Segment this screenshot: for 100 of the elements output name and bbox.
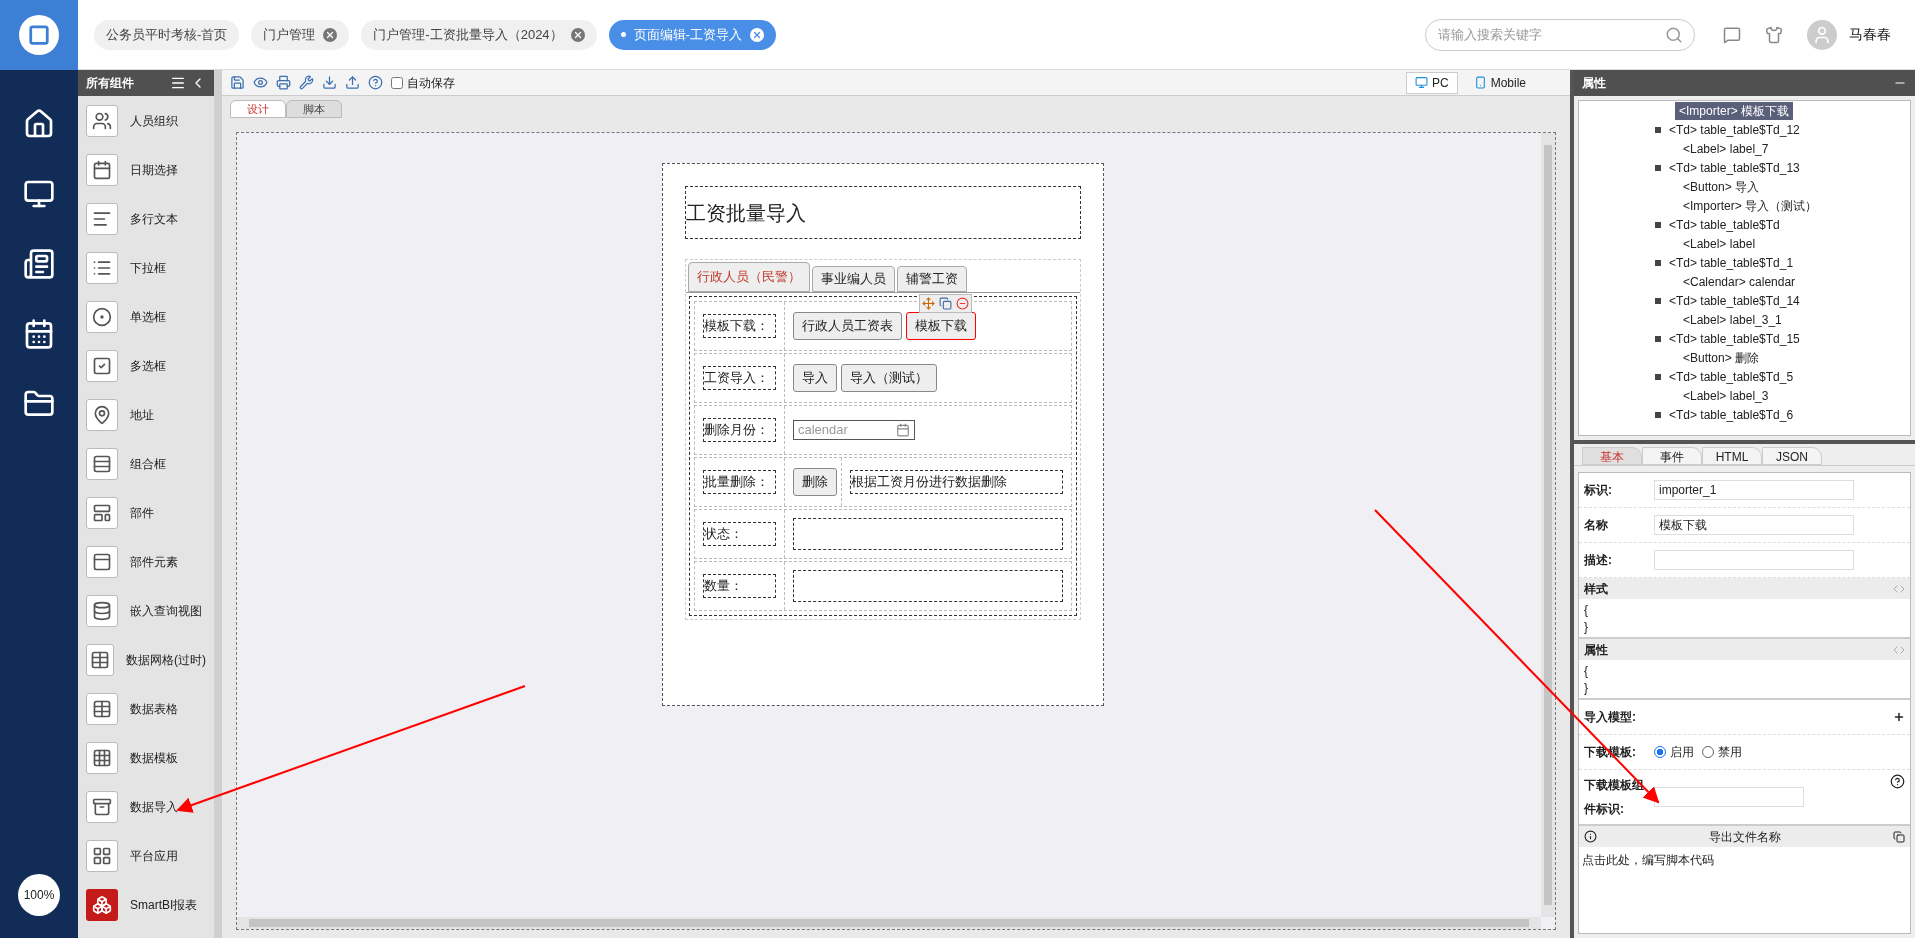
component-item[interactable]: 下拉框 — [78, 243, 214, 292]
tree-item[interactable]: <Label> label_3_1 — [1683, 310, 1782, 329]
printer-icon[interactable] — [276, 75, 291, 90]
component-item[interactable]: 数据表格 — [78, 684, 214, 733]
wrench-icon[interactable] — [299, 75, 314, 90]
delete-icon[interactable] — [956, 297, 969, 310]
tree-item[interactable]: <Td> table_table$Td_6 — [1669, 405, 1794, 424]
move-icon[interactable] — [922, 297, 935, 310]
tree-item[interactable]: <Td> table_table$Td_13 — [1669, 158, 1800, 177]
expand-icon[interactable] — [1655, 259, 1661, 266]
form-button[interactable]: 导入（测试） — [841, 364, 937, 392]
property-input[interactable]: 模板下载 — [1654, 515, 1854, 535]
tree-item[interactable]: <Td> table_table$Td_14 — [1669, 291, 1800, 310]
component-item[interactable]: 地址 — [78, 390, 214, 439]
component-item[interactable]: 单选框 — [78, 292, 214, 341]
scrollbar[interactable] — [249, 919, 1529, 927]
form-tab[interactable]: 辅警工资 — [897, 266, 967, 292]
calendar-icon[interactable] — [23, 318, 55, 350]
component-item[interactable]: 嵌入查询视图 — [78, 586, 214, 635]
component-item[interactable]: 部件元素 — [78, 537, 214, 586]
component-item[interactable]: 多选框 — [78, 341, 214, 390]
add-icon[interactable] — [1893, 711, 1905, 723]
component-item[interactable]: 多行文本 — [78, 194, 214, 243]
tree-item[interactable]: <Td> table_table$Td_5 — [1669, 367, 1794, 386]
expand-icon[interactable] — [1655, 221, 1661, 228]
close-icon[interactable] — [749, 27, 764, 42]
close-icon[interactable] — [570, 27, 585, 42]
checkbox-label[interactable]: 自动保存 — [407, 73, 455, 92]
property-input[interactable] — [1654, 787, 1804, 807]
tree-item[interactable]: <Label> label — [1683, 234, 1756, 253]
search-field[interactable]: 请输入搜索关键字 — [1425, 18, 1695, 51]
tree-item[interactable]: <Label> label_7 — [1683, 139, 1769, 158]
tree-item[interactable]: <Button> 导入 — [1683, 177, 1760, 196]
chat-icon[interactable] — [1723, 25, 1741, 44]
form-button[interactable]: 行政人员工资表 — [793, 312, 902, 340]
upload-icon[interactable] — [345, 75, 360, 90]
copy-icon[interactable] — [939, 297, 952, 310]
component-item[interactable]: 日期选择 — [78, 145, 214, 194]
tree-item[interactable]: <Importer> 导入（测试） — [1683, 196, 1818, 215]
editor-tab[interactable]: 设计 — [230, 100, 286, 118]
save-icon[interactable] — [230, 75, 245, 90]
radio-option[interactable]: 禁用 — [1702, 743, 1742, 761]
property-input[interactable]: importer_1 — [1654, 480, 1854, 500]
restore-icon[interactable] — [1893, 830, 1905, 843]
zoom-badge[interactable]: 100% — [18, 874, 60, 916]
expand-icon[interactable] — [1655, 411, 1661, 418]
tree-item[interactable]: <Td> table_table$Td_12 — [1669, 120, 1800, 139]
tree-item[interactable]: <Td> table_table$Td_1 — [1669, 253, 1794, 272]
property-input[interactable] — [1654, 550, 1854, 570]
component-item[interactable]: 组合框 — [78, 439, 214, 488]
page-tab[interactable]: 公务员平时考核-首页 — [94, 19, 240, 50]
eye-icon[interactable] — [253, 75, 268, 90]
expand-icon[interactable] — [1655, 373, 1661, 380]
property-tab[interactable]: JSON — [1762, 447, 1822, 465]
component-item[interactable]: 数据导入 — [78, 782, 214, 831]
scrollbar[interactable] — [1544, 145, 1552, 905]
help-icon[interactable] — [1890, 774, 1905, 789]
component-item[interactable]: 平台应用 — [78, 831, 214, 880]
component-item[interactable]: 数据网格(过时) — [78, 635, 214, 684]
component-item[interactable]: 部件 — [78, 488, 214, 537]
component-item[interactable]: 人员组织 — [78, 96, 214, 145]
close-icon[interactable] — [323, 27, 338, 42]
property-tab[interactable]: 事件 — [1642, 447, 1702, 465]
logo-icon[interactable] — [19, 15, 59, 55]
tree-item[interactable]: <Importer> 模板下载 — [1675, 101, 1794, 120]
search-icon[interactable] — [1665, 25, 1683, 44]
user-name[interactable]: 马春春 — [1849, 24, 1891, 45]
expand-icon[interactable] — [1655, 126, 1661, 133]
monitor-person-icon[interactable] — [23, 178, 55, 210]
property-tab[interactable]: HTML — [1702, 447, 1762, 465]
view-toggle[interactable]: PC — [1405, 71, 1458, 94]
editor-tab[interactable]: 脚本 — [286, 100, 342, 118]
radio-option[interactable]: 启用 — [1654, 743, 1694, 761]
component-item[interactable]: SmartBI报表 — [78, 880, 214, 929]
tree-item[interactable]: <Label> label_3 — [1683, 386, 1769, 405]
form-button[interactable]: 模板下载 — [906, 312, 976, 340]
page-tab[interactable]: 门户管理 — [251, 19, 350, 50]
form-button[interactable]: 导入 — [793, 364, 837, 392]
tree-item[interactable]: <Td> table_table$Td_15 — [1669, 329, 1800, 348]
property-tab[interactable]: 基本 — [1582, 447, 1642, 465]
expand-icon[interactable] — [1655, 297, 1661, 304]
tree-item[interactable]: <Td> table_table$Td — [1669, 215, 1780, 234]
tree-item[interactable]: <Calendar> calendar — [1683, 272, 1796, 291]
menu-icon[interactable] — [170, 75, 186, 91]
autosave-checkbox[interactable] — [391, 76, 403, 89]
form-tab[interactable]: 事业编人员 — [812, 266, 895, 292]
form-button[interactable]: 删除 — [793, 468, 837, 496]
script-editor[interactable]: 点击此处，编写脚本代码 — [1579, 847, 1910, 933]
view-toggle[interactable]: Mobile — [1465, 71, 1534, 94]
expand-icon[interactable] — [1655, 335, 1661, 342]
newspaper-icon[interactable] — [23, 248, 55, 280]
home-icon[interactable] — [23, 108, 55, 140]
shirt-icon[interactable] — [1765, 25, 1783, 44]
component-item[interactable]: 数据模板 — [78, 733, 214, 782]
info-icon[interactable] — [1584, 830, 1597, 843]
expand-icon[interactable] — [1655, 164, 1661, 171]
tree-item[interactable]: <Button> 删除 — [1683, 348, 1760, 367]
form-tab[interactable]: 行政人员（民警） — [688, 262, 810, 292]
download-icon[interactable] — [322, 75, 337, 90]
page-tab[interactable]: 门户管理-工资批量导入（2024） — [361, 19, 597, 50]
